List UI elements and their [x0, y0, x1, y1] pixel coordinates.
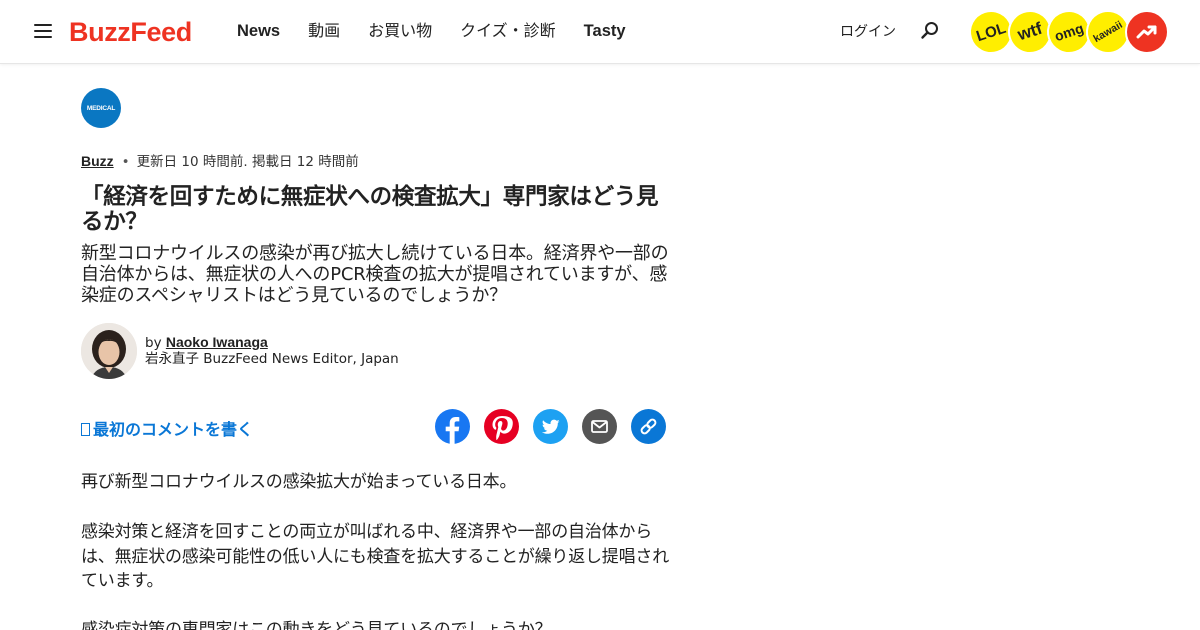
- site-header: BuzzFeed News 動画 お買い物 クイズ・診断 Tasty ログイン …: [0, 0, 1200, 64]
- author-avatar[interactable]: [81, 323, 137, 379]
- article-title: 「経済を回すために無症状への検査拡大」専門家はどう見るか？: [81, 184, 659, 235]
- main-nav: News 動画 お買い物 クイズ・診断 Tasty: [237, 20, 654, 42]
- copy-link-button[interactable]: [631, 409, 666, 444]
- reaction-badges: LOL wtf omg kawaii: [963, 1, 1169, 63]
- nav-item-video[interactable]: 動画: [308, 20, 340, 42]
- nav-item-tasty[interactable]: Tasty: [584, 20, 626, 42]
- category-link[interactable]: Buzz: [81, 153, 114, 169]
- twitter-icon: [541, 419, 560, 434]
- article-paragraph: 感染対策と経済を回すことの両立が叫ばれる中、経済界や一部の自治体からは、無症状の…: [81, 522, 669, 591]
- meta-separator: •: [121, 154, 130, 170]
- twitter-share-button[interactable]: [533, 409, 568, 444]
- trending-arrow-icon[interactable]: [1125, 10, 1169, 54]
- facebook-icon: [445, 417, 460, 444]
- pinterest-share-button[interactable]: [484, 409, 519, 444]
- byline-prefix: by: [145, 335, 162, 351]
- search-icon[interactable]: [919, 20, 941, 42]
- facebook-share-button[interactable]: [435, 409, 470, 444]
- hamburger-menu-icon[interactable]: [34, 24, 52, 40]
- comment-icon: [81, 423, 90, 436]
- mail-icon: [591, 420, 608, 433]
- pinterest-icon: [492, 416, 513, 441]
- author-role: 岩永直子 BuzzFeed News Editor, Japan: [145, 351, 399, 367]
- comment-link-label: 最初のコメントを書く: [93, 420, 254, 439]
- login-link[interactable]: ログイン: [840, 22, 896, 42]
- write-comment-link[interactable]: 最初のコメントを書く: [81, 419, 253, 441]
- nav-item-news[interactable]: News: [237, 20, 280, 42]
- article-meta: Buzz • 更新日 10 時間前. 掲載日 12 時間前: [81, 152, 359, 171]
- article-description: 新型コロナウイルスの感染が再び拡大し続けている日本。経済界や一部の自治体からは、…: [81, 243, 669, 306]
- buzzfeed-logo[interactable]: BuzzFeed: [69, 15, 192, 49]
- timestamp: 更新日 10 時間前. 掲載日 12 時間前: [136, 154, 359, 170]
- article-paragraph: 再び新型コロナウイルスの感染拡大が始まっている日本。: [81, 472, 517, 492]
- medical-badge-label: MEDICAL: [86, 104, 116, 112]
- author-name-link[interactable]: Naoko Iwanaga: [166, 334, 268, 350]
- nav-item-shopping[interactable]: お買い物: [368, 20, 432, 42]
- email-share-button[interactable]: [582, 409, 617, 444]
- nav-item-quiz[interactable]: クイズ・診断: [460, 20, 556, 42]
- link-icon: [640, 418, 657, 435]
- medical-category-badge[interactable]: MEDICAL: [81, 88, 121, 128]
- article-paragraph: 感染症対策の専門家はこの動きをどう見ているのでしょうか？: [81, 620, 552, 630]
